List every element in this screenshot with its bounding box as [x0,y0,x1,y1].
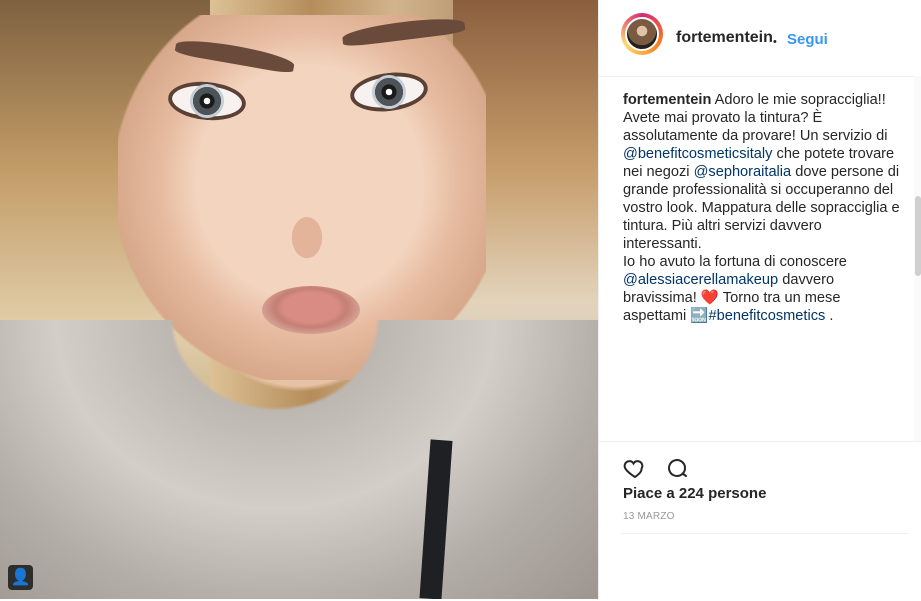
hashtag-benefitcosmetics[interactable]: #benefitcosmetics [709,308,826,324]
post-image: 👤 [0,0,598,599]
comment-icon-svg [668,459,687,477]
post-caption: fortementein Adoro le mie sopracciglia!!… [623,91,901,325]
hoodie [0,320,598,599]
heart-icon[interactable] [621,454,649,482]
heart-icon-svg [623,460,644,479]
right-iris [370,73,408,111]
caption-text-6: . [825,308,834,324]
scroll-thumb[interactable] [915,196,921,276]
mention-alessiacerellamakeup[interactable]: @alessiacerellamakeup [623,272,778,288]
caption-username[interactable]: fortementein [623,92,711,108]
caption-text-4: Io ho avuto la fortuna di conoscere [623,254,847,270]
follow-button[interactable]: Segui [787,31,828,48]
post-header: fortementein • Segui [599,0,921,77]
mention-sephoraitalia[interactable]: @sephoraitalia [694,164,792,180]
likes-count[interactable]: Piace a 224 persone [623,485,766,502]
comment-icon[interactable] [663,454,691,482]
nose [272,190,342,260]
user-tag-icon[interactable]: 👤 [8,565,33,590]
username[interactable]: fortementein [676,29,773,47]
caption-scrollbar[interactable] [914,76,921,441]
post-sidebar: fortementein • Segui fortementein Adoro … [598,0,921,599]
left-iris [188,82,226,120]
comment-area [621,533,909,601]
post-date: 13 MARZO [623,511,675,522]
mention-benefitcosmeticsitaly[interactable]: @benefitcosmeticsitaly [623,146,772,162]
post-actions: Piace a 224 persone 13 MARZO [599,441,921,600]
avatar[interactable] [625,17,659,51]
bullet: • [773,36,777,48]
